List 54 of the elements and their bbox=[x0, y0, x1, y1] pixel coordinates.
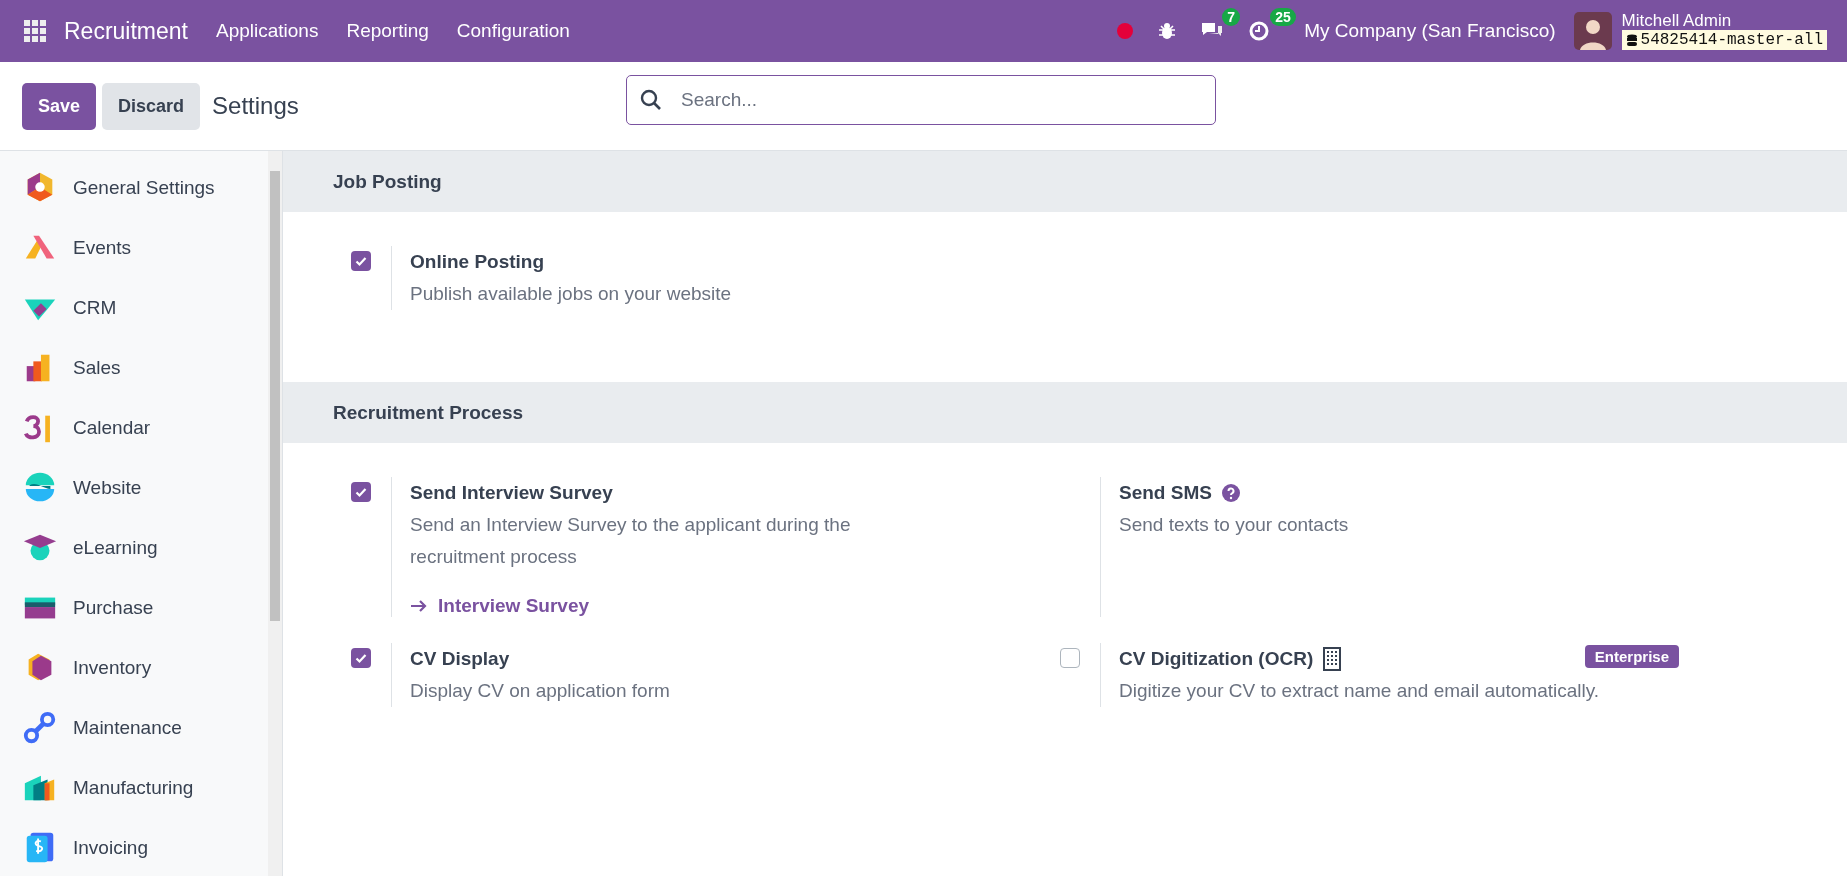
user-name[interactable]: Mitchell Admin bbox=[1621, 12, 1827, 30]
interview-survey-link[interactable]: Interview Survey bbox=[410, 595, 590, 617]
sidebar-item[interactable]: eLearning bbox=[0, 518, 268, 578]
checkbox[interactable] bbox=[351, 251, 371, 271]
company-switcher[interactable]: My Company (San Francisco) bbox=[1304, 20, 1556, 42]
menu-item[interactable]: Reporting bbox=[332, 20, 443, 42]
save-button[interactable]: Save bbox=[22, 82, 97, 130]
setting-description: Send texts to your contacts bbox=[1119, 513, 1350, 537]
database-label: 54825414-master-all bbox=[1621, 30, 1827, 50]
link-icon bbox=[22, 710, 58, 746]
app-title[interactable]: Recruitment bbox=[64, 17, 188, 45]
sidebar-item[interactable]: Invoicing bbox=[0, 818, 268, 876]
sidebar-item[interactable]: Website bbox=[0, 458, 268, 518]
database-icon bbox=[1625, 33, 1638, 47]
count-badge: 25 bbox=[1270, 8, 1296, 26]
setting-title: Send SMS bbox=[1119, 482, 1212, 504]
section-header: Job Posting bbox=[283, 151, 1847, 212]
sidebar-item[interactable]: General Settings bbox=[0, 158, 268, 218]
arrow-icon bbox=[410, 599, 428, 613]
setting-title: CV Display bbox=[410, 648, 510, 670]
checkbox[interactable] bbox=[1060, 648, 1080, 668]
sidebar-item[interactable]: Maintenance bbox=[0, 698, 268, 758]
sidebar-item[interactable]: Manufacturing bbox=[0, 758, 268, 818]
setting-title: CV Digitization (OCR) bbox=[1119, 648, 1314, 670]
setting-description: Send an Interview Survey to the applicant during the recruitment process bbox=[410, 513, 852, 569]
checkbox[interactable] bbox=[351, 482, 371, 502]
sidebar-item[interactable]: Sales bbox=[0, 338, 268, 398]
bug-icon[interactable] bbox=[1158, 22, 1177, 40]
sidebar-item[interactable]: Calendar bbox=[0, 398, 268, 458]
menu-item[interactable]: Configuration bbox=[442, 20, 584, 42]
sidebar-item[interactable]: Inventory bbox=[0, 638, 268, 698]
enterprise-badge: Enterprise bbox=[1584, 645, 1679, 668]
checkbox[interactable] bbox=[351, 648, 371, 668]
count-badge: 7 bbox=[1222, 8, 1241, 26]
setting-description: Digitize your CV to extract name and email automatically. bbox=[1119, 679, 1601, 703]
page-title: Settings bbox=[212, 92, 299, 120]
setting-description: Publish available jobs on your website bbox=[410, 282, 733, 306]
clock-icon[interactable] bbox=[1248, 20, 1271, 42]
apps-menu-icon[interactable] bbox=[24, 20, 46, 42]
setting-title: Online Posting bbox=[410, 251, 545, 273]
sidebar-item[interactable]: CRM bbox=[0, 278, 268, 338]
status-dot-icon[interactable] bbox=[1116, 22, 1135, 40]
section-header: Recruitment Process bbox=[283, 382, 1847, 443]
menu-item[interactable]: Applications bbox=[202, 20, 333, 42]
search-field[interactable]: Search... bbox=[626, 75, 1216, 125]
search-icon bbox=[640, 89, 662, 111]
setting-title: Send Interview Survey bbox=[410, 482, 613, 504]
help-icon[interactable] bbox=[1221, 484, 1240, 502]
sidebar-item[interactable]: Purchase bbox=[0, 578, 268, 638]
sidebar-item[interactable]: Events bbox=[0, 218, 268, 278]
discard-button[interactable]: Discard bbox=[102, 82, 201, 130]
setting-description: Display CV on application form bbox=[410, 679, 671, 703]
scrollbar[interactable] bbox=[270, 171, 280, 621]
avatar-icon[interactable] bbox=[1573, 12, 1612, 50]
